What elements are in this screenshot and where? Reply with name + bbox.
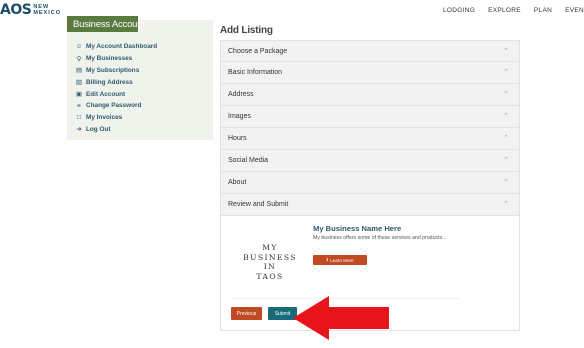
sidebar-item-label: Billing Address (86, 78, 133, 86)
business-preview-description: My business offers some of these service… (313, 235, 447, 241)
chevron-up-icon: ⌃ (503, 179, 509, 186)
list-icon: ▤ (75, 67, 83, 75)
logo-subtitle: NEW MEXICO (33, 4, 61, 16)
chevron-up-icon: ⌃ (503, 201, 509, 208)
section-social-media[interactable]: Social Media ⌃ (220, 150, 520, 172)
info-icon: ℹ (326, 257, 329, 262)
account-sidebar: Business Account ☺ My Account Dashboard … (67, 16, 213, 140)
sidebar-item-dashboard[interactable]: ☺ My Account Dashboard (75, 41, 157, 53)
previous-button[interactable]: Previous (231, 307, 262, 320)
chevron-up-icon: ⌃ (503, 91, 509, 98)
site-logo[interactable]: AOS NEW MEXICO (0, 2, 61, 18)
id-card-icon: ▣ (75, 91, 83, 99)
sidebar-item-logout[interactable]: ➜ Log Out (75, 124, 157, 136)
section-label: About (228, 179, 247, 186)
sidebar-item-label: Log Out (86, 125, 111, 133)
sidebar-item-label: Change Password (86, 102, 142, 110)
red-arrow-icon (293, 296, 389, 340)
section-label: Basic Information (228, 69, 283, 76)
logout-icon: ➜ (76, 126, 82, 134)
business-preview-logo: MY BUSINESS IN TAOS (237, 243, 303, 281)
top-nav: LODGING EXPLORE PLAN EVEN (443, 7, 584, 14)
nav-explore[interactable]: EXPLORE (488, 7, 521, 14)
sidebar-title: Business Account (67, 16, 145, 32)
section-choose-package[interactable]: Choose a Package ⌃ (220, 40, 520, 62)
preview-logo-line2: IN (263, 262, 277, 272)
sidebar-item-change-password[interactable]: ⚭ Change Password (75, 100, 157, 112)
sidebar-item-subscriptions[interactable]: ▤ My Subscriptions (75, 65, 157, 77)
chevron-up-icon: ⌃ (503, 135, 509, 142)
sidebar-item-label: My Businesses (86, 55, 133, 63)
section-about[interactable]: About ⌃ (220, 172, 520, 194)
sidebar-item-label: My Subscriptions (86, 66, 140, 74)
sidebar-item-businesses[interactable]: ⚲ My Businesses (75, 53, 157, 65)
section-basic-information[interactable]: Basic Information ⌃ (220, 62, 520, 84)
page-title: Add Listing (220, 25, 273, 36)
preview-logo-line1: MY BUSINESS (243, 243, 297, 262)
sidebar-item-label: My Account Dashboard (86, 43, 158, 51)
nav-lodging[interactable]: LODGING (443, 7, 475, 14)
nav-plan[interactable]: PLAN (534, 7, 552, 14)
section-label: Review and Submit (228, 201, 289, 208)
logo-subtitle-line2: MEXICO (33, 10, 62, 16)
section-review-submit[interactable]: Review and Submit ⌃ (220, 194, 520, 216)
section-address[interactable]: Address ⌃ (220, 84, 520, 106)
section-label: Hours (228, 135, 247, 142)
nav-events[interactable]: EVEN (565, 7, 584, 14)
section-label: Address (228, 91, 254, 98)
section-label: Choose a Package (228, 48, 288, 55)
business-preview-name: My Business Name Here (313, 224, 402, 233)
sidebar-item-label: Edit Account (86, 90, 126, 98)
chevron-up-icon: ⌃ (503, 69, 509, 76)
sidebar-item-billing[interactable]: ▧ Billing Address (75, 76, 157, 88)
section-label: Images (228, 113, 251, 120)
key-icon: ⚭ (76, 102, 82, 110)
chevron-up-icon: ⌃ (503, 48, 509, 55)
user-icon: ☺ (75, 43, 83, 51)
learn-more-label: Learn More (330, 257, 354, 263)
section-hours[interactable]: Hours ⌃ (220, 128, 520, 150)
invoice-icon: □ (77, 114, 81, 122)
section-label: Social Media (228, 157, 269, 164)
location-pin-icon: ⚲ (76, 55, 82, 63)
chevron-up-icon: ⌃ (503, 113, 509, 120)
sidebar-item-edit-account[interactable]: ▣ Edit Account (75, 88, 157, 100)
listing-accordion: Choose a Package ⌃ Basic Information ⌃ A… (220, 40, 520, 331)
preview-logo-line3: TAOS (256, 271, 284, 281)
section-images[interactable]: Images ⌃ (220, 106, 520, 128)
sidebar-menu: ☺ My Account Dashboard ⚲ My Businesses ▤… (75, 41, 157, 135)
logo-mark: AOS (0, 2, 32, 18)
chevron-up-icon: ⌃ (503, 157, 509, 164)
sidebar-item-invoices[interactable]: □ My Invoices (75, 112, 157, 124)
learn-more-button[interactable]: ℹ Learn More (313, 255, 367, 265)
document-icon: ▧ (75, 79, 83, 87)
sidebar-item-label: My Invoices (86, 114, 123, 122)
